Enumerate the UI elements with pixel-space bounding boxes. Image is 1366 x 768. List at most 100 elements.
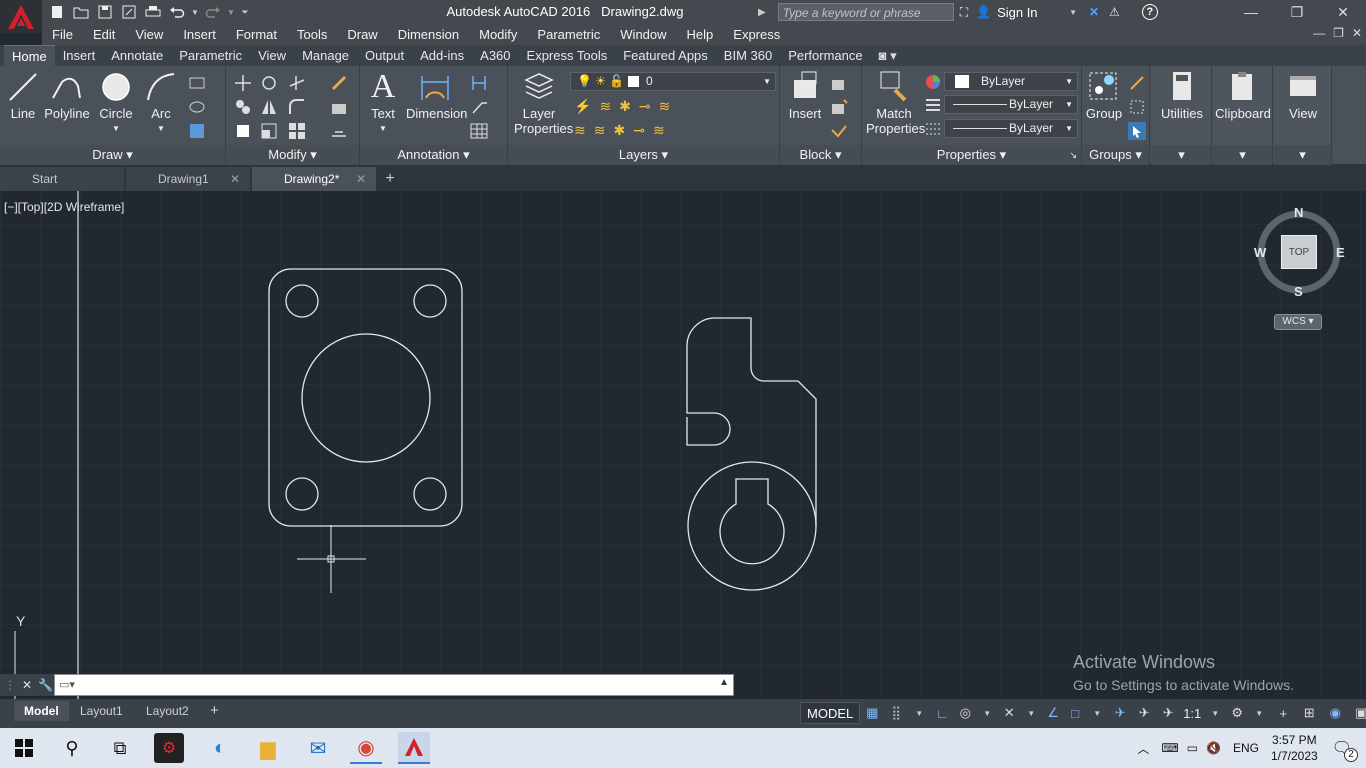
scale-icon[interactable]	[260, 122, 278, 140]
menu-express[interactable]: Express	[723, 24, 790, 45]
grip-handle-icon[interactable]: ⋮	[4, 678, 16, 692]
chrome-icon[interactable]: ◉	[350, 732, 382, 764]
match-properties-button[interactable]: Match Properties	[866, 70, 925, 136]
compass-west[interactable]: W	[1254, 245, 1266, 260]
linear-dimension-icon[interactable]	[470, 74, 488, 92]
monitor-icon[interactable]: ▭	[1187, 741, 1198, 755]
task-view-icon[interactable]: ⧉	[104, 732, 136, 764]
snap-mode-icon[interactable]: ⣿	[884, 702, 908, 724]
stay-connected-icon[interactable]: ⚠	[1109, 5, 1120, 19]
layer-thaw-icon[interactable]: ✱	[613, 122, 625, 139]
layer-lock-icon[interactable]: ⊸	[639, 98, 651, 115]
ungroup-icon[interactable]	[1128, 74, 1146, 92]
hatch-icon[interactable]	[188, 98, 206, 116]
doc-minimize-icon[interactable]: —	[1313, 26, 1325, 40]
leader-icon[interactable]	[470, 98, 488, 116]
compass-south[interactable]: S	[1294, 284, 1303, 299]
new-layout-button[interactable]: +	[200, 701, 229, 721]
copy-icon[interactable]	[234, 98, 252, 116]
file-explorer-icon[interactable]: ▆	[252, 732, 284, 764]
insert-block-button[interactable]: Insert	[784, 70, 826, 121]
array-icon[interactable]	[288, 122, 306, 140]
mail-icon[interactable]: ✉	[302, 732, 334, 764]
workspace-dropdown-icon[interactable]: ▼	[1248, 702, 1270, 724]
group-selection-icon[interactable]	[1128, 122, 1146, 140]
block-panel-title[interactable]: Block ▾	[780, 145, 861, 165]
color-dropdown[interactable]: ByLayer ▼	[944, 72, 1078, 91]
layer-off-icon[interactable]: ⚡	[574, 98, 591, 115]
ribbon-tab-featured-apps[interactable]: Featured Apps	[615, 45, 716, 66]
close-command-line-icon[interactable]: ✕	[22, 678, 32, 692]
menu-parametric[interactable]: Parametric	[527, 24, 610, 45]
region-icon[interactable]	[188, 122, 206, 140]
command-history-arrow-icon[interactable]: ▲	[719, 677, 729, 688]
file-tab-drawing1[interactable]: Drawing1 ✕	[126, 167, 250, 191]
ortho-mode-icon[interactable]: ∟	[930, 702, 954, 724]
annotation-panel-title[interactable]: Annotation ▾	[360, 145, 507, 165]
view-button[interactable]: View	[1276, 70, 1330, 121]
sign-in-dropdown-icon[interactable]: ▼	[1069, 8, 1077, 17]
file-tab-drawing2[interactable]: Drawing2* ✕	[252, 167, 376, 191]
exchange-apps-icon[interactable]: ✕	[1089, 5, 1099, 19]
auto-scale-icon[interactable]: ✈	[1132, 702, 1156, 724]
save-icon[interactable]	[94, 2, 116, 22]
save-as-icon[interactable]	[118, 2, 140, 22]
ribbon-tab-view[interactable]: View	[250, 45, 294, 66]
close-tab-icon[interactable]: ✕	[356, 167, 366, 191]
units-icon[interactable]: ⊞	[1296, 702, 1322, 724]
volume-muted-icon[interactable]: 🔇	[1206, 741, 1221, 755]
input-language[interactable]: ENG	[1233, 741, 1259, 755]
application-menu-button[interactable]	[0, 0, 42, 33]
doc-restore-icon[interactable]: ❐	[1333, 26, 1344, 40]
viewport-controls-label[interactable]: [−][Top][2D Wireframe]	[4, 200, 124, 214]
draw-panel-title[interactable]: Draw ▾	[0, 145, 225, 165]
help-icon[interactable]: ?	[1141, 4, 1158, 20]
ribbon-tab-home[interactable]: Home	[4, 45, 55, 66]
edit-attributes-icon[interactable]	[830, 122, 848, 140]
ribbon-tab-output[interactable]: Output	[357, 45, 412, 66]
expand-search-icon[interactable]: ▶	[758, 7, 766, 18]
fillet-icon[interactable]	[288, 98, 306, 116]
clipboard-panel[interactable]: Clipboard ▾	[1213, 66, 1273, 165]
layer-unlock-icon[interactable]: ⊸	[633, 122, 645, 139]
layer-isolate-icon[interactable]: ≋	[599, 98, 611, 115]
viewcube[interactable]: TOP N S E W	[1254, 205, 1345, 299]
notification-center-icon[interactable]: 🗨 2	[1332, 738, 1358, 762]
erase-icon[interactable]	[330, 74, 348, 92]
menu-tools[interactable]: Tools	[287, 24, 337, 45]
menu-modify[interactable]: Modify	[469, 24, 527, 45]
polyline-button[interactable]: Polyline	[44, 70, 90, 121]
iso-dropdown-icon[interactable]: ▼	[1020, 702, 1042, 724]
menu-insert[interactable]: Insert	[173, 24, 226, 45]
snap-dropdown-icon[interactable]: ▼	[908, 702, 930, 724]
autocad-taskbar-icon[interactable]	[398, 732, 430, 764]
array-edit-icon[interactable]	[330, 98, 348, 116]
dimension-button[interactable]: Dimension	[406, 70, 467, 121]
show-hidden-icons-icon[interactable]: ︿	[1137, 740, 1149, 757]
hardware-acceleration-icon[interactable]: ◉	[1322, 702, 1348, 724]
trim-icon[interactable]	[288, 74, 306, 92]
viewcube-top-face[interactable]: TOP	[1281, 235, 1317, 269]
ribbon-tab-manage[interactable]: Manage	[294, 45, 357, 66]
layer-freeze-icon[interactable]: ✱	[619, 98, 631, 115]
binoculars-icon[interactable]: ⛶	[960, 5, 968, 20]
osnap-dropdown-icon[interactable]: ▼	[1086, 702, 1108, 724]
group-edit-icon[interactable]	[1128, 98, 1146, 116]
network-icon[interactable]: ⌨	[1161, 741, 1178, 755]
ribbon-tab-annotate[interactable]: Annotate	[103, 45, 171, 66]
restore-button[interactable]: ❐	[1274, 0, 1320, 24]
drawing-viewport[interactable]: [−][Top][2D Wireframe] Y TOP N S E W WCS…	[0, 191, 1366, 699]
file-tab-start[interactable]: Start	[0, 167, 124, 191]
layer-walk-icon[interactable]: ≋	[653, 122, 665, 139]
annotation-visibility-icon[interactable]: ✈	[1108, 702, 1132, 724]
grid-display-icon[interactable]: ▦	[860, 702, 884, 724]
line-button[interactable]: Line	[4, 70, 42, 121]
rectangle-icon[interactable]	[188, 74, 206, 92]
ribbon-tab-bim360[interactable]: BIM 360	[716, 45, 780, 66]
compass-east[interactable]: E	[1336, 245, 1345, 260]
layout-tab-model[interactable]: Model	[14, 701, 69, 721]
layer-properties-button[interactable]: Layer Properties	[514, 70, 573, 136]
clipboard-button[interactable]: Clipboard	[1215, 70, 1271, 121]
annotation-monitor-icon[interactable]: +	[1270, 702, 1296, 724]
new-icon[interactable]	[46, 2, 68, 22]
